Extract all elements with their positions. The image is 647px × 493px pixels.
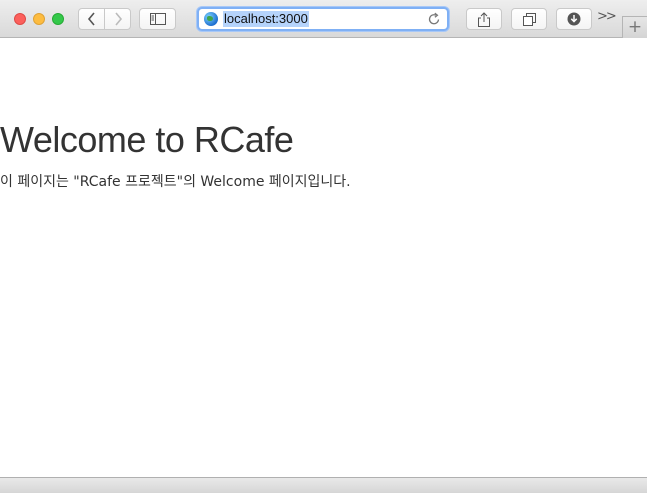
sidebar-toggle-button[interactable] (139, 8, 176, 30)
share-button[interactable] (466, 8, 502, 30)
sidebar-icon (149, 13, 166, 25)
downloads-button[interactable] (556, 8, 592, 30)
address-bar[interactable]: localhost:3000 (197, 7, 449, 31)
new-tab-button[interactable]: + (622, 16, 647, 38)
minimize-window-button[interactable] (33, 13, 45, 25)
share-icon (478, 11, 490, 27)
tab-overview-icon (522, 12, 536, 26)
download-icon (567, 12, 581, 26)
status-bar (0, 477, 647, 493)
globe-icon (204, 12, 218, 26)
plus-icon: + (627, 17, 643, 37)
browser-toolbar: localhost:3000 >> + (0, 0, 647, 38)
zoom-window-button[interactable] (52, 13, 64, 25)
page-description: 이 페이지는 "RCafe 프로젝트"의 Welcome 페이지입니다. (0, 174, 351, 190)
tab-overview-button[interactable] (511, 8, 547, 30)
double-chevron-icon[interactable]: >> (597, 9, 617, 24)
page-title: Welcome to RCafe (0, 119, 294, 160)
chevron-right-icon (114, 12, 122, 26)
page-content: Welcome to RCafe 이 페이지는 "RCafe 프로젝트"의 We… (0, 39, 647, 477)
back-button[interactable] (78, 8, 105, 30)
reload-icon[interactable] (428, 12, 441, 26)
chevron-left-icon (87, 12, 95, 26)
url-text[interactable]: localhost:3000 (223, 11, 309, 27)
forward-button[interactable] (104, 8, 131, 30)
close-window-button[interactable] (14, 13, 26, 25)
